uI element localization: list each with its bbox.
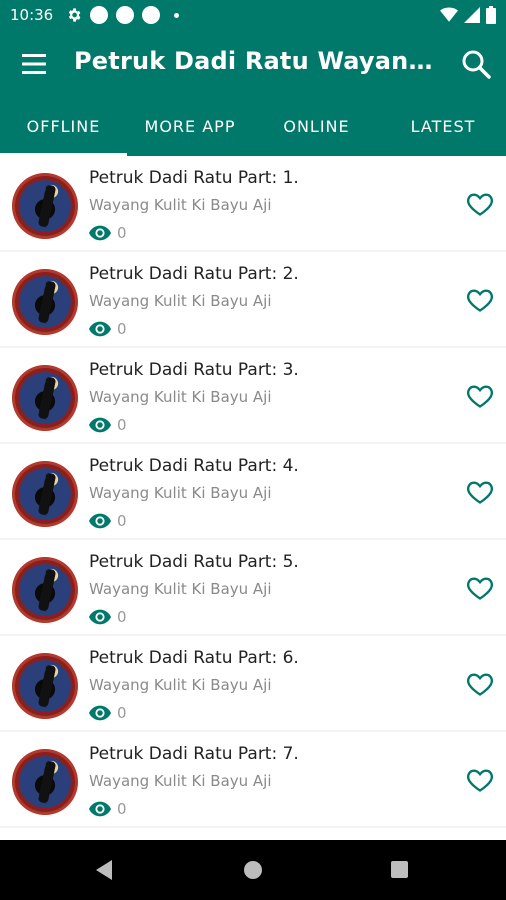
item-title: Petruk Dadi Ratu Part: 1. [89, 168, 299, 188]
more-notifications-icon [174, 12, 179, 18]
avatar [12, 173, 78, 239]
list-item[interactable]: Petruk Dadi Ratu Part: 4. Wayang Kulit K… [0, 444, 506, 538]
avatar [12, 365, 78, 431]
views-count: 0 [117, 704, 127, 722]
item-title: Petruk Dadi Ratu Part: 7. [89, 744, 299, 764]
list-item[interactable]: Petruk Dadi Ratu Part: 7. Wayang Kulit K… [0, 732, 506, 826]
signal-icon [464, 7, 480, 23]
item-subtitle: Wayang Kulit Ki Bayu Aji [89, 292, 272, 310]
tab-offline[interactable]: OFFLINE [0, 96, 127, 156]
status-bar: 10:36 [0, 0, 506, 32]
views-count: 0 [117, 608, 127, 626]
item-subtitle: Wayang Kulit Ki Bayu Aji [89, 772, 272, 790]
view-count: 0 [89, 224, 127, 242]
view-count: 0 [89, 320, 127, 338]
view-count: 0 [89, 704, 127, 722]
notification-dot-icon [116, 6, 134, 24]
favorite-heart-icon[interactable] [466, 766, 494, 794]
eye-icon [89, 225, 111, 241]
views-count: 0 [117, 800, 127, 818]
battery-icon [486, 6, 496, 24]
eye-icon [89, 801, 111, 817]
item-title: Petruk Dadi Ratu Part: 6. [89, 648, 299, 668]
notification-dot-icon [90, 6, 108, 24]
avatar [12, 557, 78, 623]
eye-icon [89, 513, 111, 529]
item-subtitle: Wayang Kulit Ki Bayu Aji [89, 388, 272, 406]
notification-icons [66, 6, 179, 24]
list-item[interactable]: Petruk Dadi Ratu Part: 2. Wayang Kulit K… [0, 252, 506, 346]
item-title: Petruk Dadi Ratu Part: 5. [89, 552, 299, 572]
tab-latest[interactable]: LATEST [380, 96, 506, 156]
item-title: Petruk Dadi Ratu Part: 4. [89, 456, 299, 476]
app-title: Petruk Dadi Ratu Wayang K... [74, 47, 444, 75]
view-count: 0 [89, 512, 127, 530]
episode-list: Petruk Dadi Ratu Part: 1. Wayang Kulit K… [0, 156, 506, 840]
tab-bar: OFFLINE MORE APP ONLINE LATEST [0, 96, 506, 156]
eye-icon [89, 417, 111, 433]
item-subtitle: Wayang Kulit Ki Bayu Aji [89, 484, 272, 502]
list-item-partial[interactable] [0, 828, 506, 840]
list-item[interactable]: Petruk Dadi Ratu Part: 3. Wayang Kulit K… [0, 348, 506, 442]
app-bar: Petruk Dadi Ratu Wayang K... [0, 32, 506, 96]
favorite-heart-icon[interactable] [466, 478, 494, 506]
item-subtitle: Wayang Kulit Ki Bayu Aji [89, 676, 272, 694]
view-count: 0 [89, 416, 127, 434]
views-count: 0 [117, 320, 127, 338]
view-count: 0 [89, 608, 127, 626]
favorite-heart-icon[interactable] [466, 574, 494, 602]
eye-icon [89, 321, 111, 337]
recent-apps-icon[interactable] [391, 861, 408, 878]
tab-label: ONLINE [283, 116, 350, 136]
list-item[interactable]: Petruk Dadi Ratu Part: 5. Wayang Kulit K… [0, 540, 506, 634]
status-time: 10:36 [10, 6, 54, 24]
list-item[interactable]: Petruk Dadi Ratu Part: 1. Wayang Kulit K… [0, 156, 506, 250]
eye-icon [89, 705, 111, 721]
avatar [12, 269, 78, 335]
system-nav-bar [0, 840, 506, 900]
tab-label: OFFLINE [26, 116, 101, 136]
views-count: 0 [117, 224, 127, 242]
tab-more-app[interactable]: MORE APP [127, 96, 253, 156]
tab-label: LATEST [410, 116, 476, 136]
item-subtitle: Wayang Kulit Ki Bayu Aji [89, 580, 272, 598]
item-title: Petruk Dadi Ratu Part: 2. [89, 264, 299, 284]
favorite-heart-icon[interactable] [466, 190, 494, 218]
favorite-heart-icon[interactable] [466, 286, 494, 314]
eye-icon [89, 609, 111, 625]
item-subtitle: Wayang Kulit Ki Bayu Aji [89, 196, 272, 214]
home-icon[interactable] [244, 861, 262, 879]
tab-online[interactable]: ONLINE [253, 96, 380, 156]
system-icons [440, 6, 496, 24]
avatar [12, 461, 78, 527]
item-title: Petruk Dadi Ratu Part: 3. [89, 360, 299, 380]
settings-icon [68, 8, 81, 22]
menu-icon[interactable] [20, 51, 48, 77]
back-icon[interactable] [96, 860, 112, 880]
favorite-heart-icon[interactable] [466, 670, 494, 698]
favorite-heart-icon[interactable] [466, 382, 494, 410]
search-icon[interactable] [460, 48, 492, 80]
view-count: 0 [89, 800, 127, 818]
wifi-icon [440, 7, 458, 22]
list-item[interactable]: Petruk Dadi Ratu Part: 6. Wayang Kulit K… [0, 636, 506, 730]
avatar [12, 653, 78, 719]
avatar [12, 749, 78, 815]
notification-dot-icon [142, 6, 160, 24]
views-count: 0 [117, 512, 127, 530]
tab-label: MORE APP [144, 116, 236, 136]
views-count: 0 [117, 416, 127, 434]
